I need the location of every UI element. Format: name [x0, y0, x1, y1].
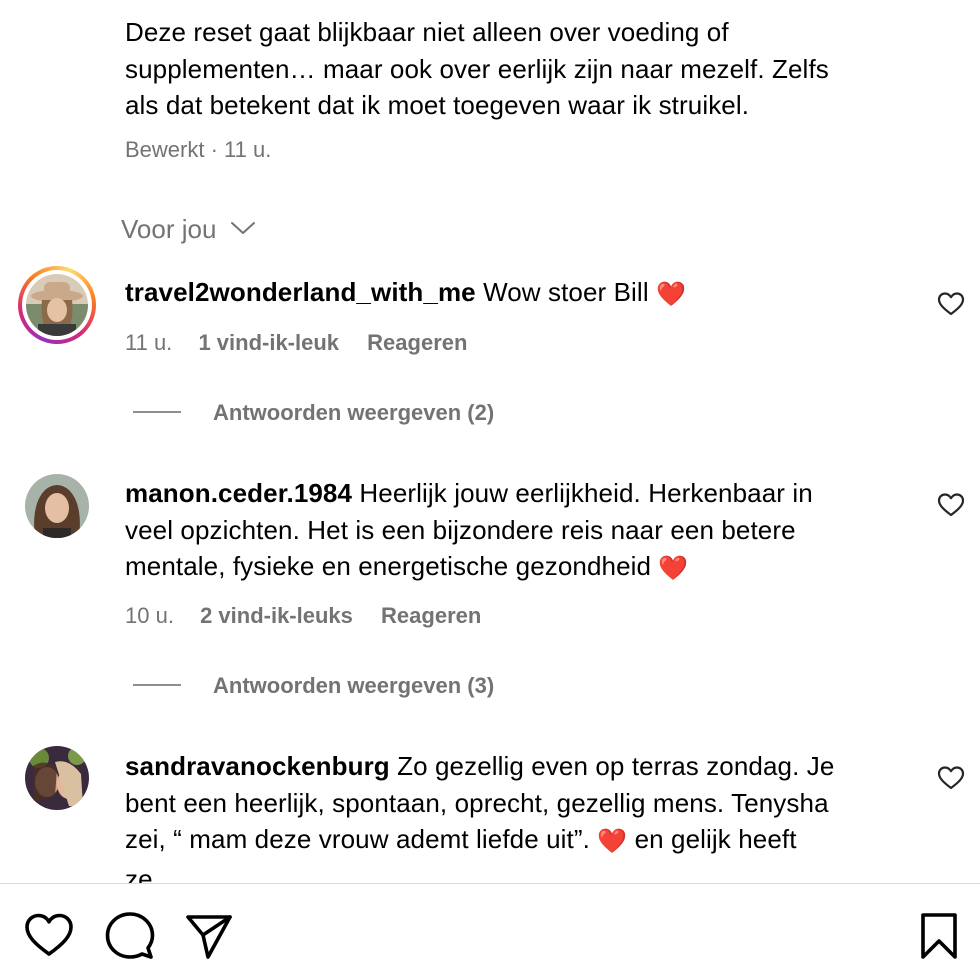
red-heart-emoji: ❤️: [656, 281, 687, 308]
comment-sort-filter[interactable]: Voor jou: [121, 212, 256, 246]
comment-line: bent een heerlijk, spontaan, oprecht, ge…: [125, 787, 829, 818]
view-replies-button[interactable]: Antwoorden weergeven (3): [213, 672, 494, 700]
comment-sort-label: Voor jou: [121, 214, 217, 244]
like-heart-icon[interactable]: [937, 290, 965, 318]
action-bar-divider: [0, 883, 980, 884]
comment-line: manon.ceder.1984 Heerlijk jouw eerlijkhe…: [125, 475, 915, 512]
avatar-story-ring[interactable]: [18, 266, 96, 344]
comment-text: zei, “ mam deze vrouw ademt liefde uit”.: [125, 824, 590, 854]
comment-time: 10 u.: [125, 603, 174, 628]
like-heart-icon[interactable]: [937, 491, 965, 519]
comment-likes[interactable]: 1 vind-ik-leuk: [198, 330, 339, 355]
comment-meta: 10 u. 2 vind-ik-leuks Reageren: [125, 602, 481, 630]
caption-line: Deze reset gaat blijkbaar niet alleen ov…: [125, 17, 729, 47]
bookmark-icon[interactable]: [919, 911, 959, 961]
comment-body: manon.ceder.1984 Heerlijk jouw eerlijkhe…: [125, 475, 915, 588]
post-caption: Deze reset gaat blijkbaar niet alleen ov…: [125, 14, 945, 124]
avatar: [26, 274, 88, 336]
comment-icon[interactable]: [105, 911, 155, 961]
comment-likes[interactable]: 2 vind-ik-leuks: [200, 603, 353, 628]
caption-meta: Bewerkt · 11 u.: [125, 137, 272, 162]
replies-divider: [133, 411, 181, 413]
avatar-photo: [25, 746, 89, 810]
comment-username[interactable]: manon.ceder.1984: [125, 478, 352, 508]
avatar[interactable]: [25, 746, 89, 810]
comment-text: Wow stoer Bill: [483, 277, 649, 307]
comment-body: travel2wonderland_with_me Wow stoer Bill…: [125, 274, 915, 314]
comment-line: zei, “ mam deze vrouw ademt liefde uit”.…: [125, 821, 925, 861]
comment-text: mentale, fysieke en energetische gezondh…: [125, 551, 652, 581]
reply-button[interactable]: Reageren: [381, 603, 481, 628]
red-heart-emoji: ❤️: [597, 828, 628, 855]
replies-divider: [133, 684, 181, 686]
comment-meta: 11 u. 1 vind-ik-leuk Reageren: [125, 329, 467, 357]
red-heart-emoji: ❤️: [658, 555, 689, 582]
caption-line: supplementen… maar ook over eerlijk zijn…: [125, 53, 829, 84]
comment-username[interactable]: travel2wonderland_with_me: [125, 277, 476, 307]
comment-text: en gelijk heeft: [634, 824, 797, 854]
comment-text: Heerlijk jouw eerlijkheid. Herkenbaar in: [359, 478, 813, 508]
comment-line: veel opzichten. Het is een bijzondere re…: [125, 514, 796, 545]
avatar-photo: [25, 474, 89, 538]
comment-line: mentale, fysieke en energetische gezondh…: [125, 548, 915, 588]
view-replies-button[interactable]: Antwoorden weergeven (2): [213, 399, 494, 427]
comment-text: Zo gezellig even op terras zondag. Je: [397, 751, 835, 781]
comment-body: sandravanockenburg Zo gezellig even op t…: [125, 748, 925, 883]
caption-line: als dat betekent dat ik moet toegeven wa…: [125, 90, 750, 120]
comment-username[interactable]: sandravanockenburg: [125, 751, 390, 781]
avatar[interactable]: [25, 474, 89, 538]
comment-time: 11 u.: [125, 330, 173, 355]
chevron-down-icon: [230, 222, 255, 234]
reply-button[interactable]: Reageren: [367, 330, 467, 355]
comment-line: ze.: [125, 863, 160, 884]
like-heart-icon[interactable]: [937, 764, 965, 792]
heart-icon[interactable]: [24, 912, 74, 958]
comments-scroll-area[interactable]: Deze reset gaat blijkbaar niet alleen ov…: [0, 0, 980, 883]
share-icon[interactable]: [184, 913, 234, 961]
comment-line: sandravanockenburg Zo gezellig even op t…: [125, 748, 925, 785]
